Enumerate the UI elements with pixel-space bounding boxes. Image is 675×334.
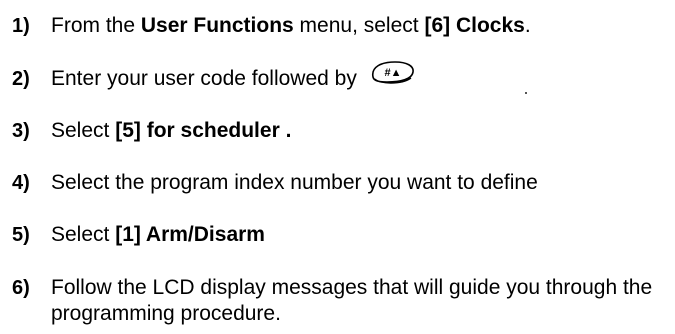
svg-text:#▲: #▲ [384,67,401,79]
step-number: 1) [12,15,30,37]
stray-dot [525,92,527,94]
step-1: 1) From the User Functions menu, select … [12,13,531,39]
step-number: 4) [12,172,30,194]
step-text: Enter your user code followed by #▲ [51,61,417,92]
step-text: From the User Functions menu, select [6]… [51,14,531,37]
hash-arm-key-icon: #▲ [367,59,417,92]
step-number: 2) [12,68,30,90]
step-text: Select the program index number you want… [51,171,538,194]
step-text: Select [1] Arm/Disarm [51,223,265,246]
step-6: 6) Follow the LCD display messages that … [12,275,675,327]
step-2: 2) Enter your user code followed by #▲ [12,61,417,92]
step-number: 3) [12,120,30,142]
step-5: 5) Select [1] Arm/Disarm [12,222,265,248]
step-number: 6) [12,277,30,299]
step-text: Follow the LCD display messages that wil… [51,276,653,325]
step-4: 4) Select the program index number you w… [12,170,538,196]
step-text: Select [5] for scheduler . [51,119,292,142]
step-number: 5) [12,224,30,246]
step-3: 3) Select [5] for scheduler . [12,118,291,144]
